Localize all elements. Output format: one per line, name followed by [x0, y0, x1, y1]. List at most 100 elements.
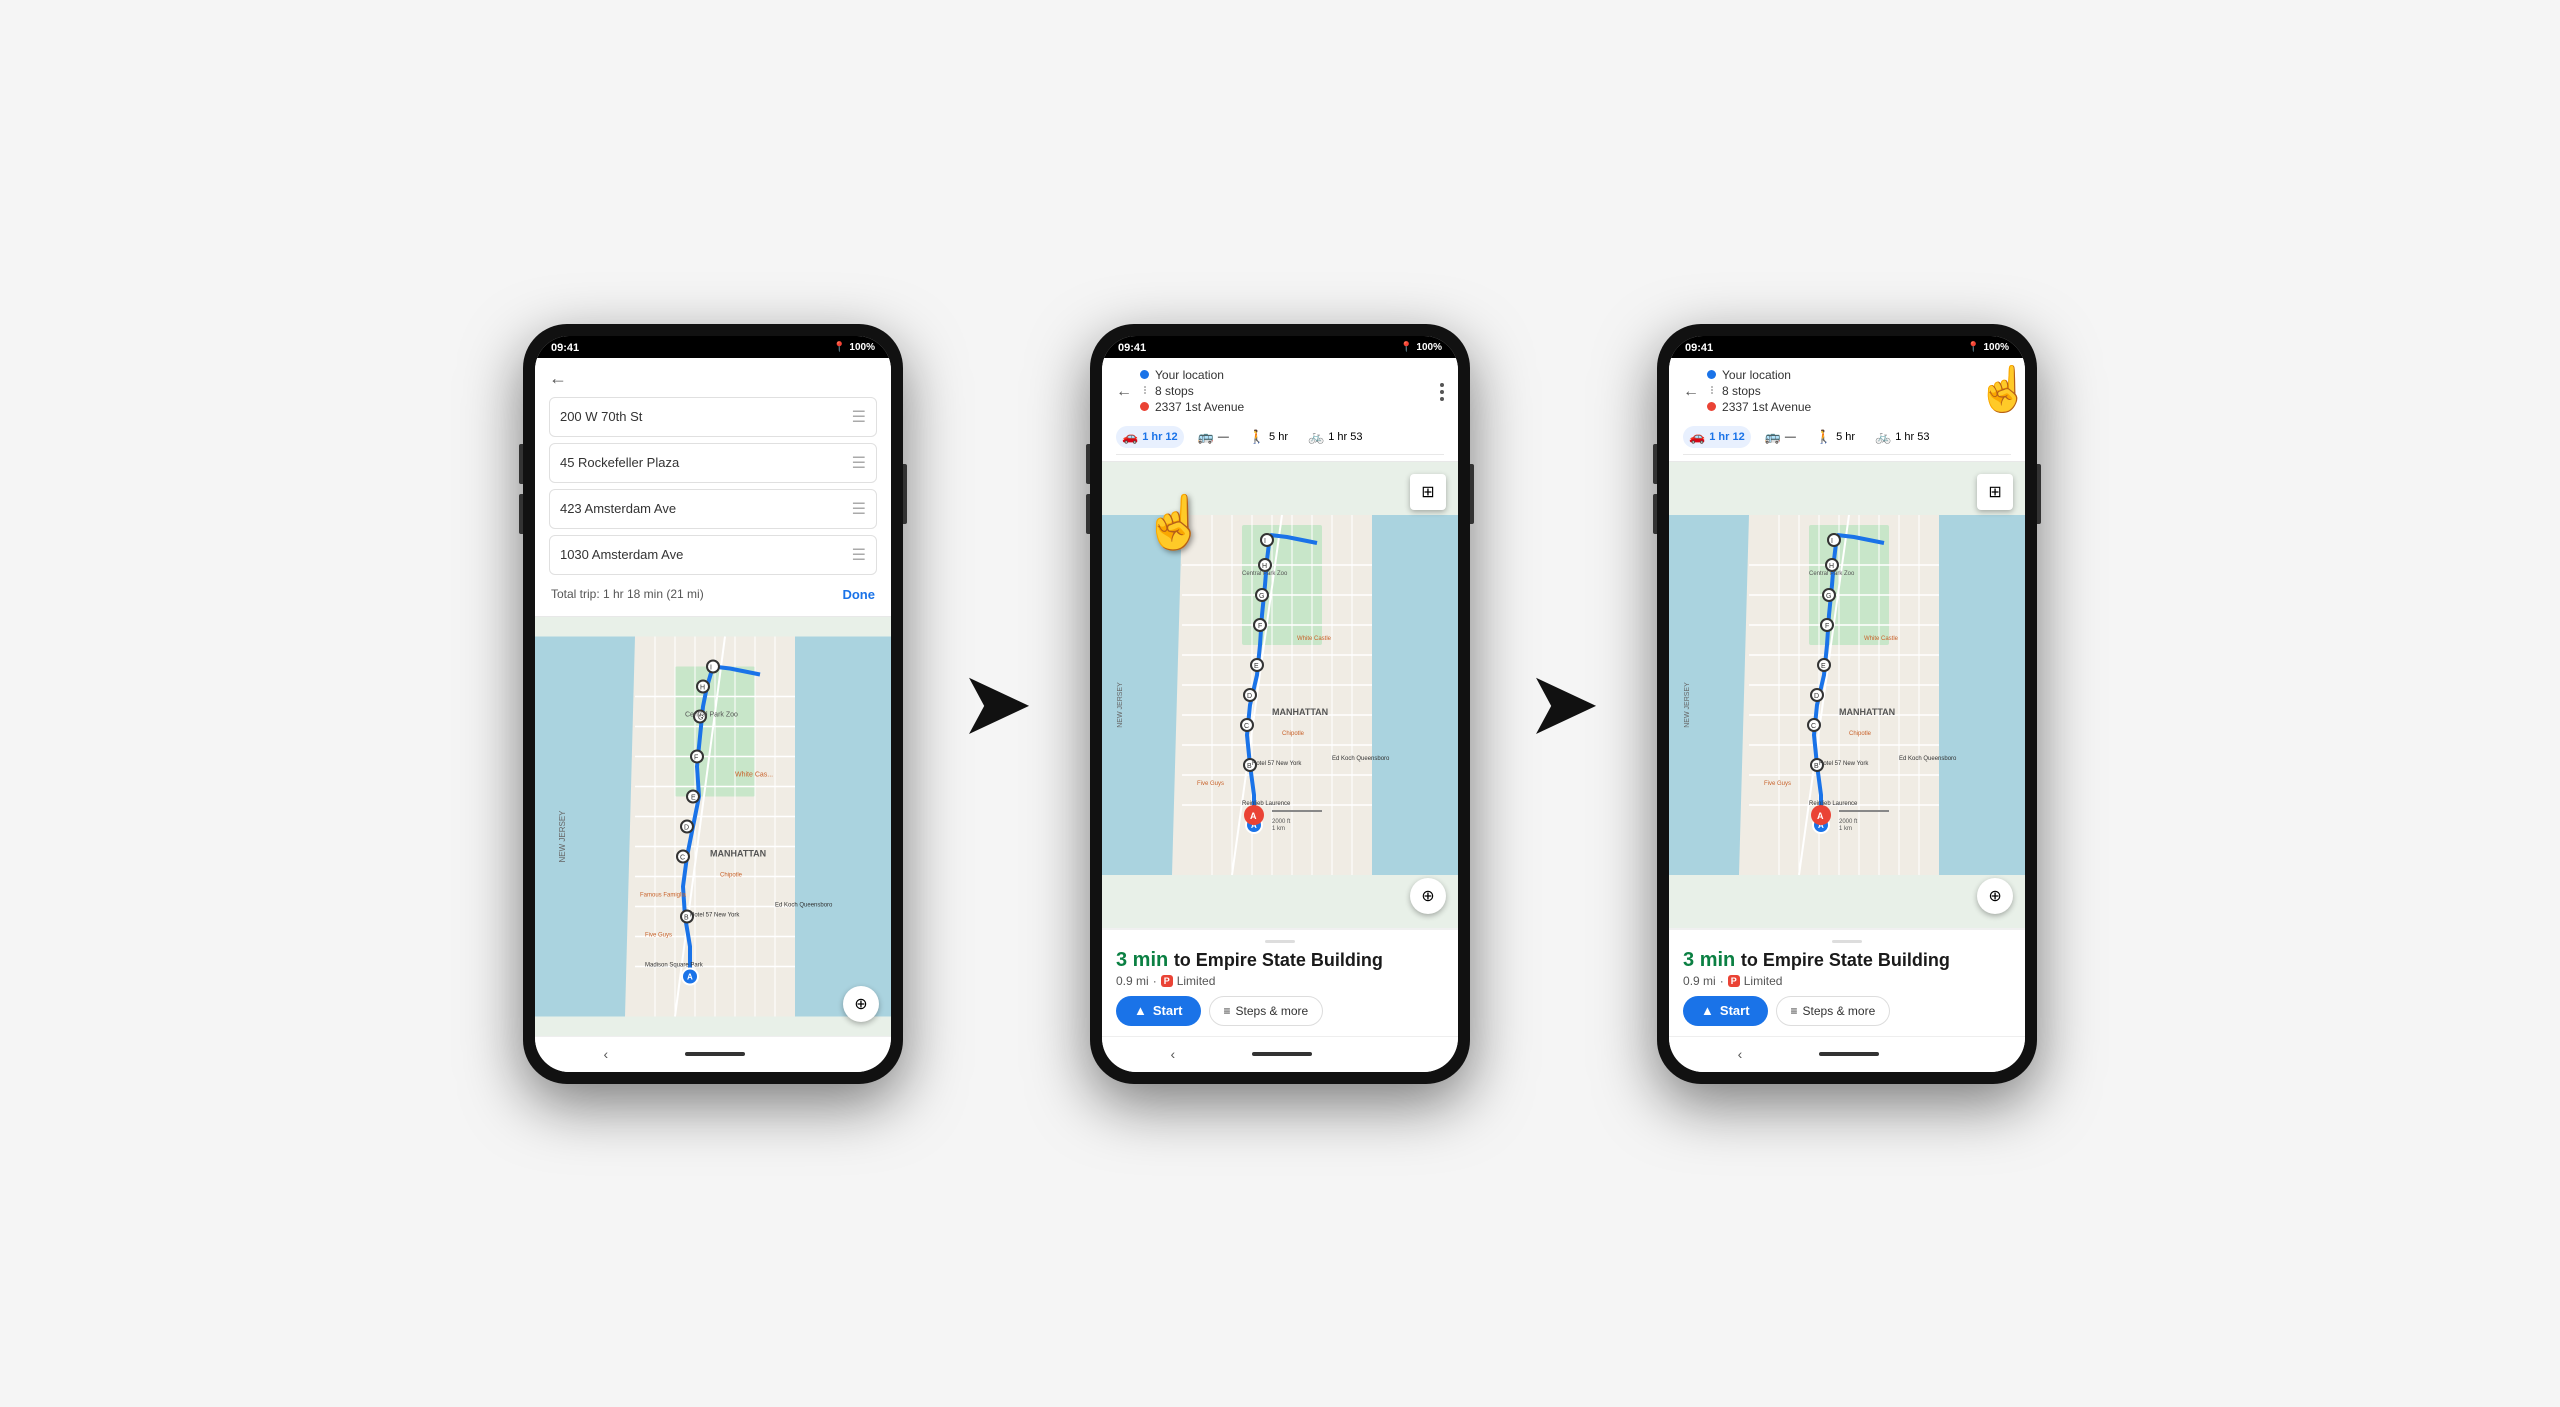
parking-badge-2: P [1161, 975, 1173, 987]
waypoint-3[interactable]: 423 Amsterdam Ave ☰ [549, 489, 877, 529]
transport-car-2[interactable]: 🚗 1 hr 12 [1116, 426, 1184, 448]
dot-red-2 [1140, 402, 1149, 411]
more-menu-3[interactable] [2007, 383, 2011, 401]
car-time-3: 1 hr 12 [1709, 431, 1744, 443]
sheet-handle-2 [1265, 940, 1295, 943]
more-menu-2[interactable] [1440, 383, 1444, 401]
bike-icon-3: 🚲 [1875, 429, 1891, 445]
route-header-top-3: ← Your location 8 stops [1683, 368, 2011, 416]
svg-text:NEW JERSEY: NEW JERSEY [558, 809, 567, 862]
status-right-1: 📍 100% [833, 342, 875, 353]
steps-icon-3: ≡ [1791, 1004, 1798, 1018]
svg-text:NEW JERSEY: NEW JERSEY [1117, 681, 1124, 727]
svg-text:H: H [1262, 563, 1267, 570]
bus-time-2: — [1218, 431, 1229, 443]
destination-3: 2337 1st Avenue [1722, 400, 1811, 414]
phone-nav-1: ‹ [535, 1036, 891, 1072]
bike-time-3: 1 hr 53 [1895, 431, 1929, 443]
home-pill-1[interactable] [685, 1052, 745, 1056]
map-2[interactable]: A B C D E F G H I [1102, 462, 1458, 928]
destination-2: 2337 1st Avenue [1155, 400, 1244, 414]
waypoint-1[interactable]: 200 W 70th St ☰ [549, 397, 877, 437]
drag-handle-2[interactable]: ☰ [852, 453, 866, 473]
drag-handle-1[interactable]: ☰ [852, 407, 866, 427]
svg-text:Central Park Zoo: Central Park Zoo [685, 711, 738, 718]
bus-icon-3: 🚌 [1765, 429, 1781, 445]
drag-handle-3[interactable]: ☰ [852, 499, 866, 519]
svg-text:C: C [1811, 723, 1816, 730]
svg-text:White Castle: White Castle [1297, 636, 1332, 642]
transport-walk-2[interactable]: 🚶 5 hr [1243, 426, 1294, 448]
layers-btn-2[interactable]: ⊞ [1410, 474, 1446, 510]
transport-bike-2[interactable]: 🚲 1 hr 53 [1302, 426, 1368, 448]
time-2: 09:41 [1118, 342, 1146, 354]
steps-button-2[interactable]: ≡ Steps & more [1209, 996, 1324, 1026]
location-fab-2[interactable]: ⊕ [1410, 878, 1446, 914]
transport-bar-2: 🚗 1 hr 12 🚌 — 🚶 5 hr 🚲 1 hr 53 [1116, 422, 1444, 455]
map-1[interactable]: A B C D E F G H I [535, 617, 891, 1036]
steps-button-3[interactable]: ≡ Steps & more [1776, 996, 1891, 1026]
nav-back-1[interactable]: ‹ [604, 1046, 609, 1062]
waypoint-4-label: 1030 Amsterdam Ave [560, 547, 683, 562]
back-btn-2[interactable]: ← [1116, 383, 1132, 401]
phone-nav-2: ‹ [1102, 1036, 1458, 1072]
dot-red-3 [1707, 402, 1716, 411]
steps-icon-2: ≡ [1224, 1004, 1231, 1018]
location-fab-3[interactable]: ⊕ [1977, 878, 2013, 914]
bottom-sheet-2: 3 min to Empire State Building 0.9 mi · … [1102, 928, 1458, 1036]
home-pill-3[interactable] [1819, 1052, 1879, 1056]
svg-text:White Cas...: White Cas... [735, 771, 773, 778]
svg-text:C: C [680, 854, 685, 861]
layers-btn-3[interactable]: ⊞ [1977, 474, 2013, 510]
svg-text:Five Guys: Five Guys [645, 932, 672, 938]
waypoint-4[interactable]: 1030 Amsterdam Ave ☰ [549, 535, 877, 575]
nav-back-2[interactable]: ‹ [1171, 1046, 1176, 1062]
svg-text:Chipotle: Chipotle [1282, 731, 1305, 737]
arrow-1: ➤ [963, 657, 1030, 750]
vol-down-btn-2 [1086, 494, 1090, 534]
start-button-3[interactable]: ▲ Start [1683, 996, 1768, 1026]
drag-handle-4[interactable]: ☰ [852, 545, 866, 565]
svg-text:Central Park Zoo: Central Park Zoo [1242, 571, 1288, 577]
svg-text:H: H [1829, 563, 1834, 570]
your-location-2: Your location [1155, 368, 1224, 382]
bike-time-2: 1 hr 53 [1328, 431, 1362, 443]
steps-label-3: Steps & more [1803, 1004, 1876, 1018]
nav-icon-2: ▲ [1134, 1003, 1147, 1018]
location-fab-1[interactable]: ⊕ [843, 986, 879, 1022]
route-detail-2: 0.9 mi · P Limited [1116, 974, 1444, 988]
svg-text:F: F [694, 754, 698, 761]
waypoint-2[interactable]: 45 Rockefeller Plaza ☰ [549, 443, 877, 483]
steps-label-2: Steps & more [1236, 1004, 1309, 1018]
svg-text:Ed Koch Queensboro: Ed Koch Queensboro [1332, 756, 1390, 762]
svg-text:Five Guys: Five Guys [1764, 781, 1791, 787]
dot-blue-2 [1140, 370, 1149, 379]
map-3[interactable]: A B C D E F G H I [1669, 462, 2025, 928]
home-pill-2[interactable] [1252, 1052, 1312, 1056]
back-btn-1[interactable]: ← [549, 368, 877, 389]
car-icon-2: 🚗 [1122, 429, 1138, 445]
phone-2-screen: 09:41 📍 100% ← Your location [1102, 336, 1458, 1072]
transport-bus-2[interactable]: 🚌 — [1192, 426, 1235, 448]
status-right-3: 📍 100% [1967, 342, 2009, 353]
action-btns-3: ▲ Start ≡ Steps & more [1683, 996, 2011, 1026]
transport-bus-3[interactable]: 🚌 — [1759, 426, 1802, 448]
transport-walk-3[interactable]: 🚶 5 hr [1810, 426, 1861, 448]
route-stop-row-dest-3: 2337 1st Avenue [1707, 400, 2007, 414]
transport-bike-3[interactable]: 🚲 1 hr 53 [1869, 426, 1935, 448]
dot-blue-3 [1707, 370, 1716, 379]
status-bar-2: 09:41 📍 100% [1102, 336, 1458, 358]
battery-3: 100% [1983, 342, 2009, 353]
start-button-2[interactable]: ▲ Start [1116, 996, 1201, 1026]
map-svg-1: A B C D E F G H I [535, 617, 891, 1036]
back-btn-3[interactable]: ← [1683, 383, 1699, 401]
nav-icon-3: ▲ [1701, 1003, 1714, 1018]
nav-back-3[interactable]: ‹ [1738, 1046, 1743, 1062]
car-icon-3: 🚗 [1689, 429, 1705, 445]
svg-text:Ed Koch Queensboro: Ed Koch Queensboro [775, 902, 833, 908]
route-info-2: Your location 8 stops 23 [1140, 368, 1440, 416]
vol-up-btn-2 [1086, 444, 1090, 484]
done-button-1[interactable]: Done [842, 587, 875, 602]
map-svg-3: A B C D E F G H I [1669, 462, 2025, 928]
transport-car-3[interactable]: 🚗 1 hr 12 [1683, 426, 1751, 448]
